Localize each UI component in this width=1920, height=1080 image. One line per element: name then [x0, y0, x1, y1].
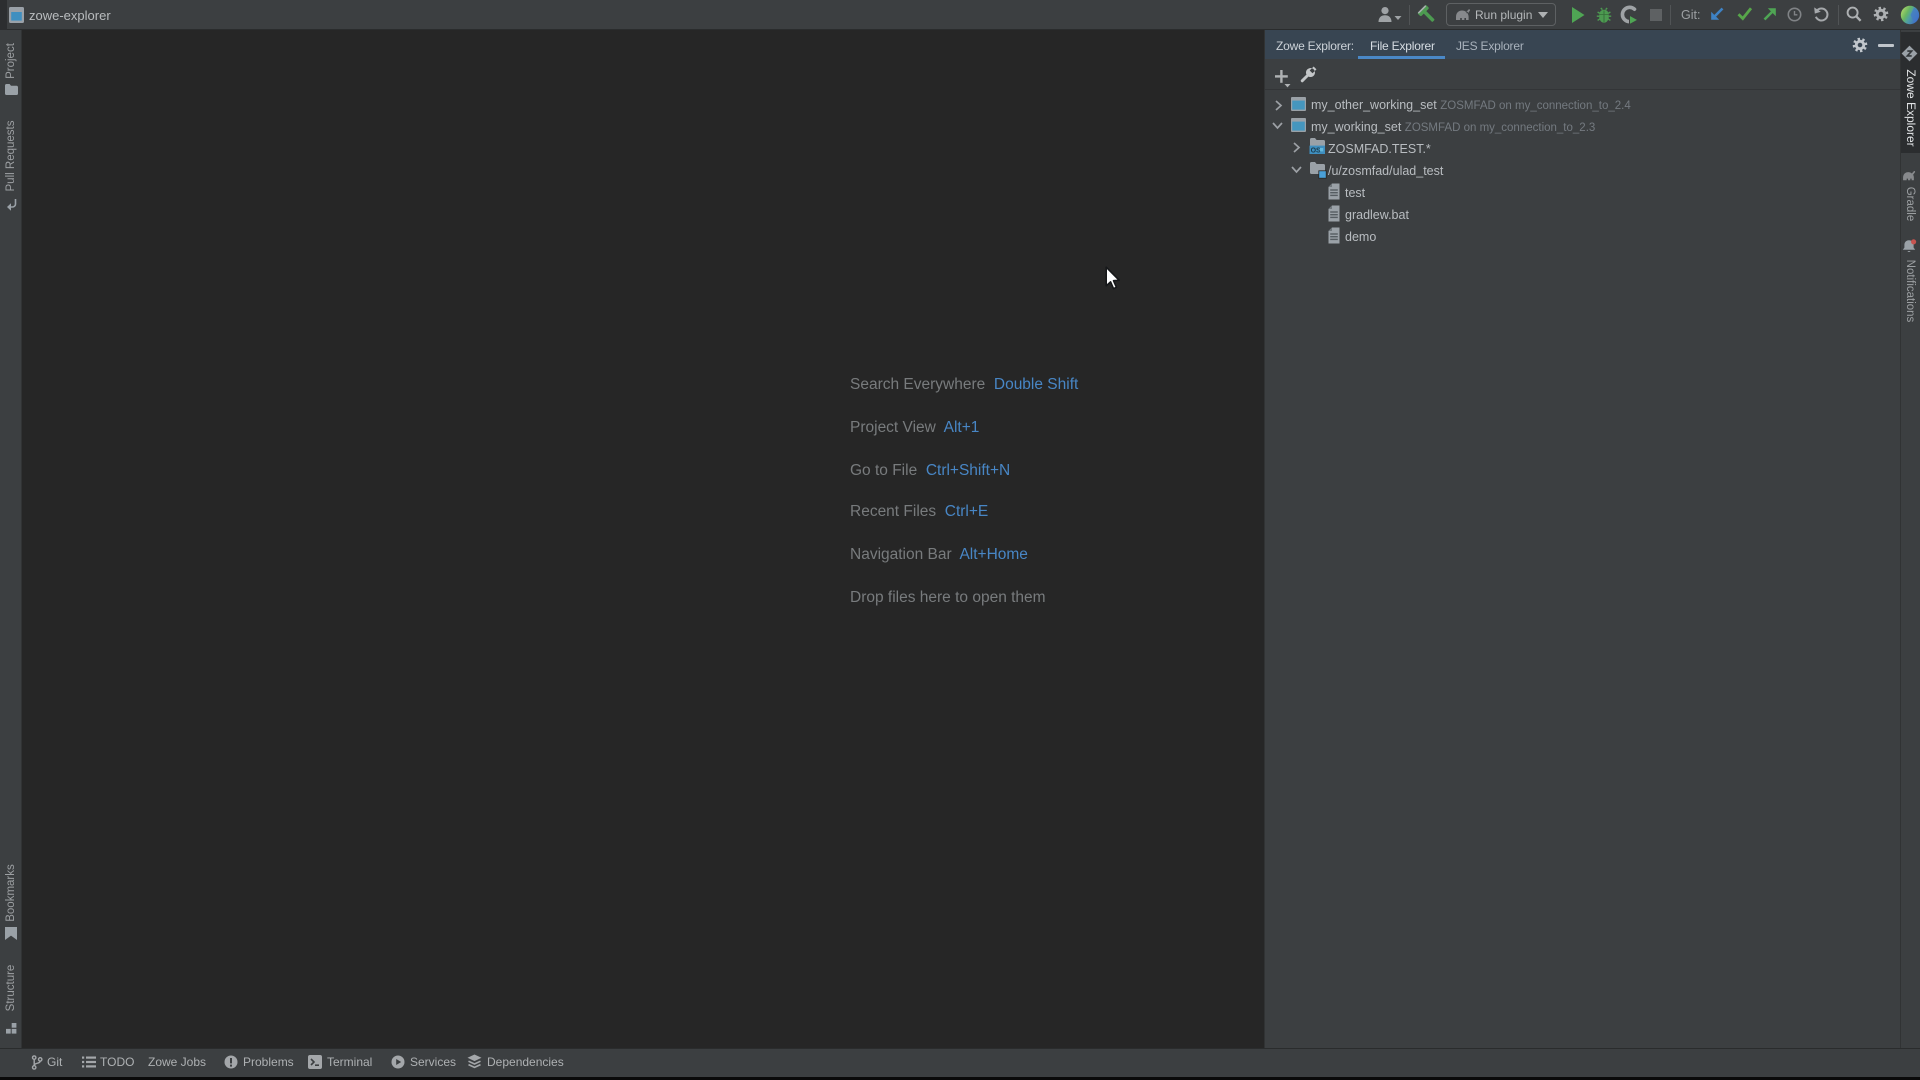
svg-text:OS: OS	[1311, 147, 1321, 154]
